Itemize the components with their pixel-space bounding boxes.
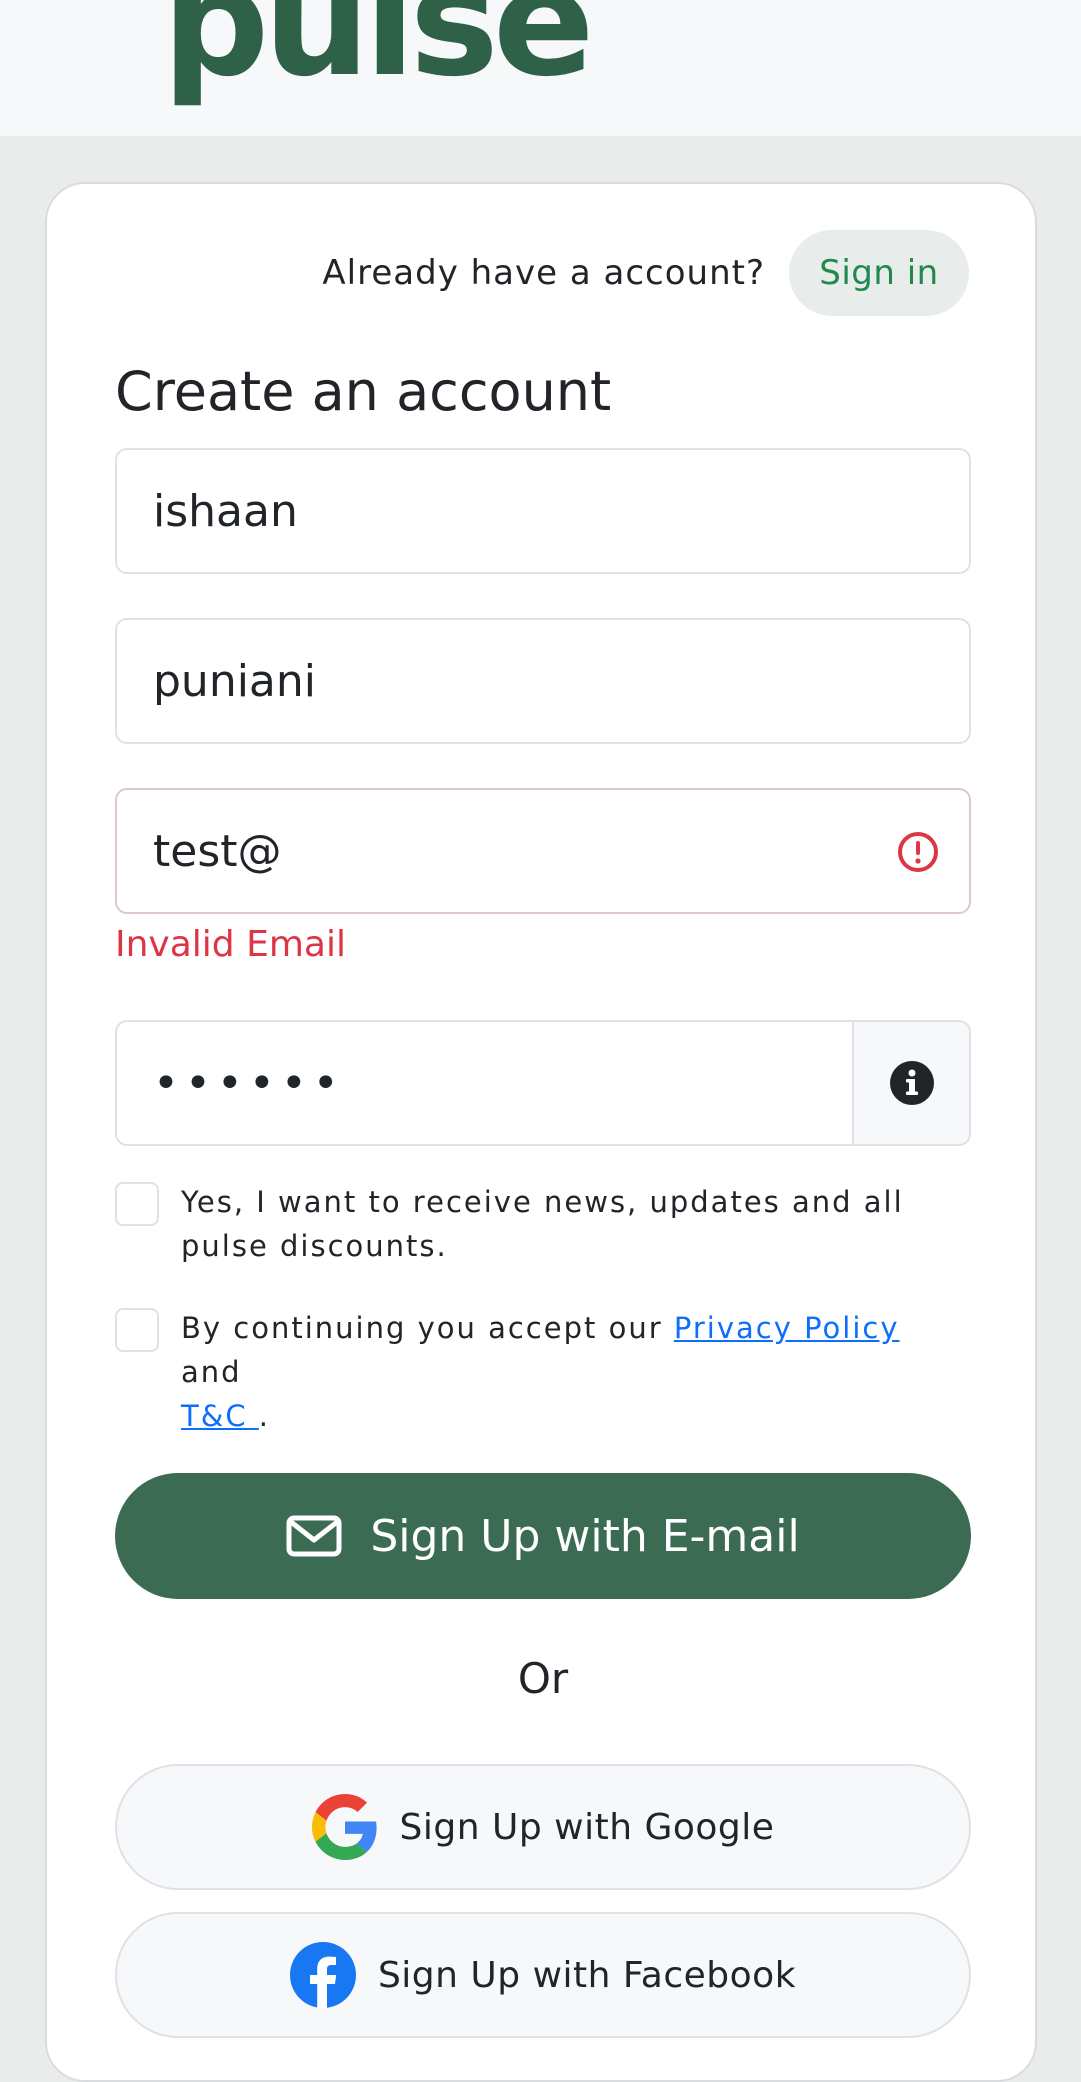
- email-field[interactable]: test@: [115, 788, 971, 914]
- signin-row: Already have a account? Sign in: [47, 230, 969, 316]
- sign-up-facebook-button[interactable]: Sign Up with Facebook: [115, 1912, 971, 2038]
- terms-prefix: By continuing you accept our: [181, 1311, 674, 1345]
- signup-card: Already have a account? Sign in Create a…: [45, 182, 1037, 2082]
- already-have-account-text: Already have a account?: [322, 253, 765, 293]
- password-field[interactable]: ••••••: [115, 1020, 852, 1146]
- alert-circle-icon: [898, 832, 938, 872]
- facebook-icon: [289, 1942, 356, 2008]
- sign-up-google-label: Sign Up with Google: [399, 1806, 775, 1848]
- email-error-message: Invalid Email: [115, 924, 346, 965]
- sign-up-facebook-label: Sign Up with Facebook: [377, 1954, 797, 1996]
- sign-up-email-button[interactable]: Sign Up with E-mail: [115, 1473, 971, 1599]
- news-consent-row: Yes, I want to receive news, updates and…: [115, 1180, 971, 1268]
- sign-in-button[interactable]: Sign in: [789, 230, 969, 316]
- password-info-button[interactable]: [852, 1020, 971, 1146]
- top-bar: pulse: [0, 0, 1081, 136]
- page-title: Create an account: [115, 360, 612, 423]
- or-divider: Or: [517, 1654, 569, 1703]
- first-name-field[interactable]: ishaan: [115, 448, 971, 574]
- privacy-policy-link[interactable]: Privacy Policy: [674, 1311, 900, 1345]
- pulse-logo[interactable]: pulse: [162, 0, 595, 98]
- sign-up-google-button[interactable]: Sign Up with Google: [115, 1764, 971, 1890]
- terms-row: By continuing you accept our Privacy Pol…: [115, 1306, 971, 1438]
- password-masked-value: ••••••: [153, 1057, 345, 1109]
- news-consent-label: Yes, I want to receive news, updates and…: [181, 1185, 904, 1263]
- first-name-value: ishaan: [153, 485, 298, 537]
- tc-link[interactable]: T&C: [181, 1399, 259, 1433]
- info-icon: [889, 1061, 934, 1105]
- terms-and: and: [181, 1355, 242, 1389]
- news-consent-checkbox[interactable]: [115, 1182, 159, 1226]
- last-name-value: puniani: [153, 655, 317, 707]
- google-icon: [311, 1794, 377, 1860]
- last-name-field[interactable]: puniani: [115, 618, 971, 744]
- email-value: test@: [153, 825, 282, 877]
- terms-checkbox[interactable]: [115, 1308, 159, 1352]
- sign-up-email-label: Sign Up with E-mail: [370, 1510, 800, 1562]
- password-group: ••••••: [115, 1020, 971, 1146]
- terms-suffix: .: [258, 1399, 271, 1433]
- terms-label: By continuing you accept our Privacy Pol…: [181, 1306, 971, 1438]
- envelope-icon: [286, 1515, 342, 1557]
